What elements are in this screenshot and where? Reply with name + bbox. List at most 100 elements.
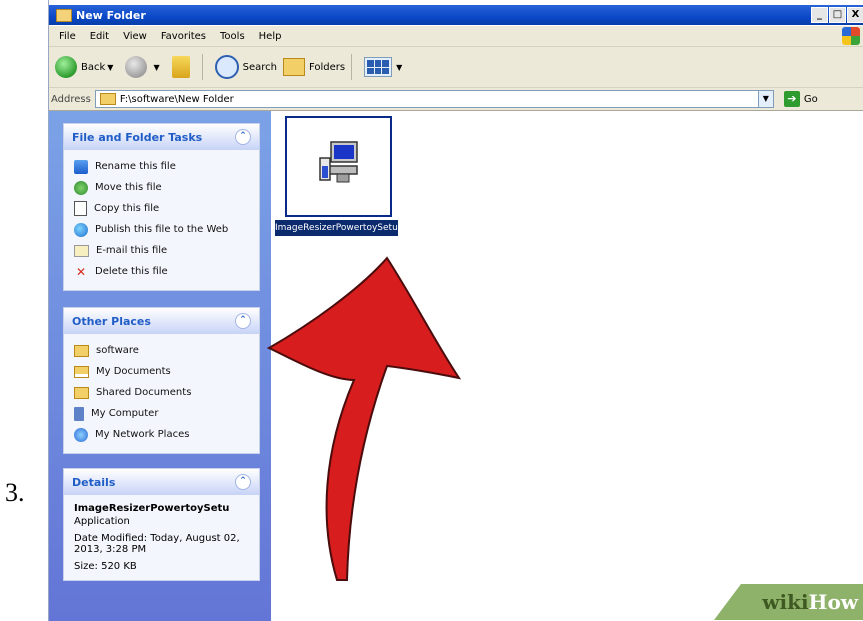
address-label: Address <box>51 93 91 105</box>
place-network[interactable]: My Network Places <box>74 424 249 445</box>
forward-button[interactable]: ▼ <box>125 56 165 78</box>
views-button[interactable]: ▼ <box>364 57 408 77</box>
address-bar: Address F:\software\New Folder ▼ ➔ Go <box>49 88 863 111</box>
task-label: Copy this file <box>94 203 160 214</box>
folders-button[interactable]: Folders <box>282 58 346 76</box>
toolbar: Back ▼ ▼ Search Folders ▼ <box>49 47 863 88</box>
title-bar[interactable]: New Folder _ □ X <box>49 5 863 25</box>
task-email[interactable]: E-mail this file <box>74 240 249 261</box>
back-button[interactable]: Back ▼ <box>55 56 119 78</box>
search-button[interactable]: Search <box>214 55 277 79</box>
folders-icon <box>282 58 305 76</box>
delete-icon: ✕ <box>75 264 87 279</box>
place-software[interactable]: software <box>74 340 249 361</box>
red-pointer-arrow <box>266 256 462 581</box>
place-label: My Documents <box>96 366 171 377</box>
close-button[interactable]: X <box>847 7 863 23</box>
menu-help[interactable]: Help <box>259 31 282 42</box>
address-input[interactable]: F:\software\New Folder <box>94 90 759 108</box>
computer-icon <box>74 406 84 421</box>
menu-tools[interactable]: Tools <box>220 31 245 42</box>
details-pane: Details ⌃ ImageResizerPowertoySetu Appli… <box>63 468 260 581</box>
email-icon <box>74 244 89 257</box>
pane-title: Other Places <box>72 314 151 328</box>
place-label: My Computer <box>91 408 159 419</box>
go-label: Go <box>803 93 818 105</box>
place-my-computer[interactable]: My Computer <box>74 403 249 424</box>
folder-icon <box>74 386 89 399</box>
watermark-wiki: wiki <box>762 590 809 614</box>
task-panes: File and Folder Tasks ⌃ Rename this file… <box>49 111 271 621</box>
folder-icon <box>99 93 116 105</box>
window-title: New Folder <box>76 8 146 22</box>
task-label: Move this file <box>95 182 162 193</box>
folders-label: Folders <box>308 61 346 73</box>
chevron-down-icon[interactable]: ▼ <box>396 63 402 72</box>
pane-header[interactable]: Details ⌃ <box>64 469 259 495</box>
pane-title: Details <box>72 475 116 489</box>
toolbar-separator <box>201 54 203 80</box>
task-label: Publish this file to the Web <box>95 224 229 235</box>
address-dropdown-button[interactable]: ▼ <box>757 90 774 108</box>
maximize-button[interactable]: □ <box>829 7 846 23</box>
go-arrow-icon: ➔ <box>783 91 800 107</box>
file-item[interactable] <box>285 116 392 217</box>
task-delete[interactable]: ✕ Delete this file <box>74 261 249 282</box>
back-arrow-icon <box>55 56 77 78</box>
toolbar-separator <box>351 54 353 80</box>
up-folder-icon[interactable] <box>171 56 190 78</box>
windows-logo-icon <box>842 27 860 45</box>
search-label: Search <box>242 61 277 73</box>
move-icon <box>74 180 88 195</box>
file-folder-tasks-pane: File and Folder Tasks ⌃ Rename this file… <box>63 123 260 291</box>
go-button[interactable]: ➔ Go <box>783 91 818 107</box>
search-icon <box>214 55 239 79</box>
task-copy[interactable]: Copy this file <box>74 198 249 219</box>
menu-bar: File Edit View Favorites Tools Help <box>49 26 863 47</box>
collapse-icon[interactable]: ⌃ <box>235 129 251 145</box>
menu-view[interactable]: View <box>123 31 147 42</box>
pane-header[interactable]: File and Folder Tasks ⌃ <box>64 124 259 150</box>
menu-edit[interactable]: Edit <box>90 31 109 42</box>
place-my-documents[interactable]: My Documents <box>74 361 249 382</box>
minimize-button[interactable]: _ <box>811 7 828 23</box>
globe-icon <box>74 222 88 237</box>
views-icon <box>364 57 393 77</box>
place-label: Shared Documents <box>96 387 192 398</box>
step-number: 3. <box>5 478 25 507</box>
file-name-label[interactable]: ImageResizerPowertoySetup.exe <box>275 220 422 236</box>
network-icon <box>74 427 88 442</box>
rename-icon <box>74 159 88 174</box>
task-label: Delete this file <box>95 266 168 277</box>
wikihow-watermark: wikiHow <box>714 584 863 620</box>
place-label: My Network Places <box>95 429 190 440</box>
menu-file[interactable]: File <box>59 31 76 42</box>
watermark-how: How <box>808 590 858 614</box>
window-controls: _ □ X <box>811 7 863 23</box>
chevron-down-icon[interactable]: ▼ <box>153 63 159 72</box>
details-size: Size: 520 KB <box>74 561 137 572</box>
pane-title: File and Folder Tasks <box>72 130 203 144</box>
back-label: Back <box>81 61 106 73</box>
address-path: F:\software\New Folder <box>119 93 234 105</box>
place-label: software <box>96 345 139 356</box>
copy-icon <box>74 201 87 216</box>
task-rename[interactable]: Rename this file <box>74 156 249 177</box>
task-move[interactable]: Move this file <box>74 177 249 198</box>
folder-icon <box>74 344 89 357</box>
details-file-type: Application <box>74 516 130 527</box>
place-shared-documents[interactable]: Shared Documents <box>74 382 249 403</box>
setup-installer-icon <box>319 141 358 183</box>
menu-favorites[interactable]: Favorites <box>161 31 206 42</box>
forward-arrow-icon <box>125 56 148 78</box>
other-places-pane: Other Places ⌃ software My Documents Sha… <box>63 307 260 454</box>
pane-header[interactable]: Other Places ⌃ <box>64 308 259 334</box>
task-label: Rename this file <box>95 161 176 172</box>
documents-icon <box>74 365 89 378</box>
details-date-modified: Date Modified: Today, August 02, 2013, 3… <box>74 533 240 555</box>
task-publish[interactable]: Publish this file to the Web <box>74 219 249 240</box>
explorer-window: New Folder _ □ X File Edit View Favorite… <box>48 0 863 621</box>
chevron-down-icon[interactable]: ▼ <box>107 63 113 72</box>
task-label: E-mail this file <box>96 245 168 256</box>
details-file-name: ImageResizerPowertoySetu <box>74 503 230 514</box>
